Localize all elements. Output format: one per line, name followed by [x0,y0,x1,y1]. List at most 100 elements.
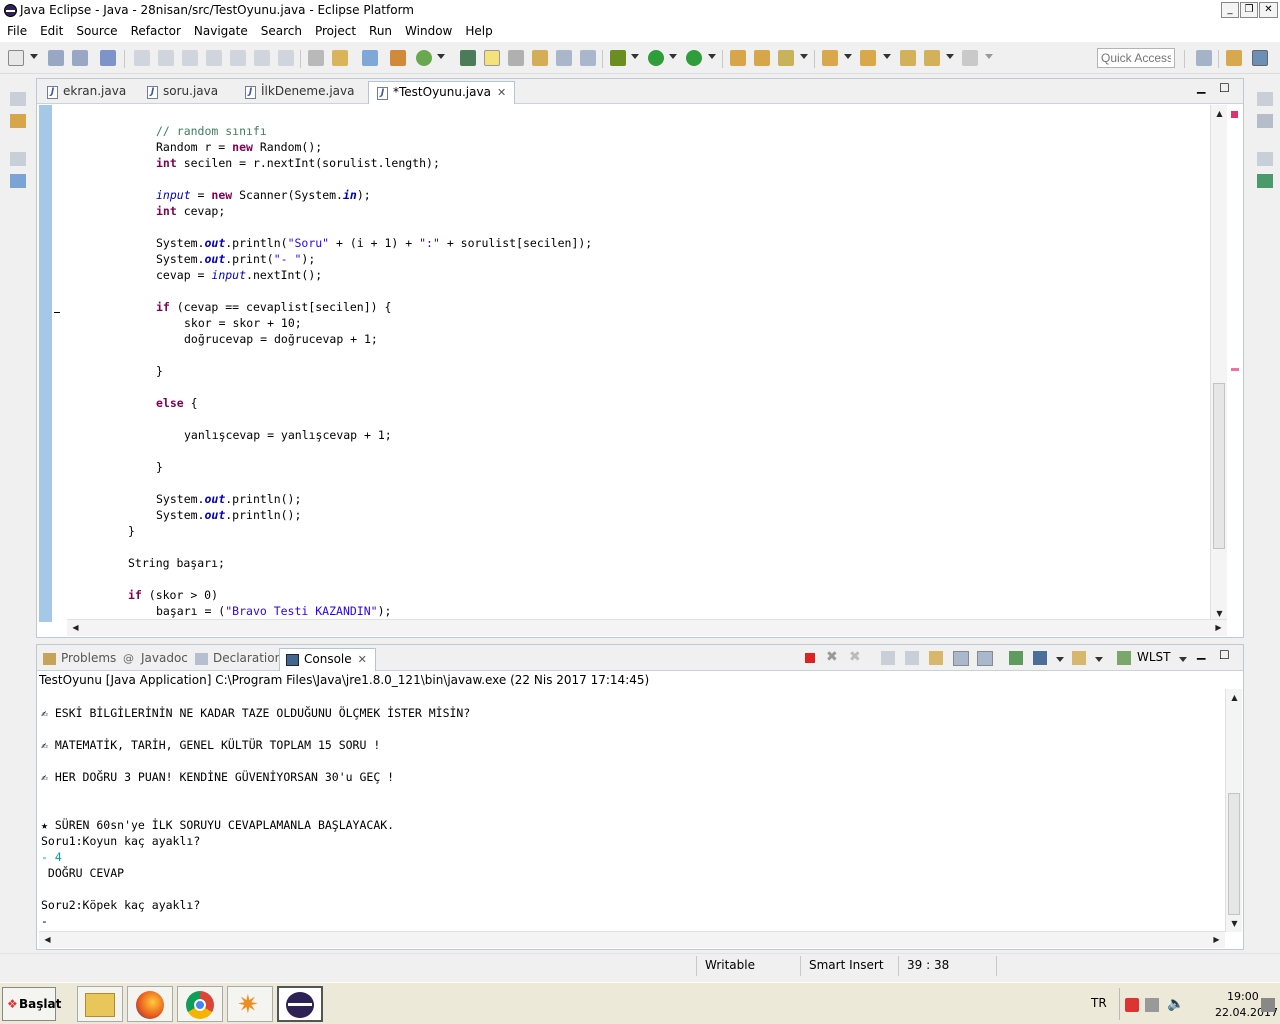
last-edit-location-icon[interactable] [900,50,916,66]
clock-time[interactable]: 19:00 [1227,990,1259,1003]
tab-ilkdeneme-java[interactable]: J İlkDeneme.java [237,81,362,104]
remove-launch-icon[interactable]: ✖ [826,649,838,665]
menu-navigate[interactable]: Navigate [187,22,254,38]
restore-button[interactable]: ❐ [1240,2,1258,18]
restore-view-icon[interactable] [1257,152,1273,166]
scroll-right-icon[interactable]: ▶ [1209,932,1224,947]
close-tab-icon[interactable]: ✕ [358,653,367,666]
start-button[interactable]: ❖ Başlat [2,987,61,1021]
word-wrap-icon[interactable] [532,50,548,66]
scroll-right-icon[interactable]: ▶ [1211,620,1226,635]
taskbar-chrome[interactable] [177,986,223,1022]
editor-vertical-scrollbar[interactable]: ▲ ▼ [1210,105,1227,622]
new-file-icon[interactable] [8,50,24,66]
toggle-mark-occurrences-icon[interactable] [484,50,500,66]
tab-problems[interactable]: Problems [37,648,124,671]
new-dropdown-icon[interactable] [30,54,38,59]
debug-icon[interactable] [610,50,626,66]
task-list-icon[interactable] [1257,114,1273,128]
open-console-dropdown-icon[interactable] [1095,657,1103,662]
restore-view-icon[interactable] [1257,92,1273,106]
taskbar-file-explorer[interactable] [77,986,123,1022]
show-console-on-error-icon[interactable] [977,651,993,666]
view-menu-dropdown-icon[interactable] [1179,657,1187,662]
language-indicator[interactable]: TR [1091,996,1107,1010]
close-tab-icon[interactable]: ✕ [497,86,506,99]
run-icon[interactable] [648,50,664,66]
wlst-label[interactable]: WLST [1137,650,1171,664]
scroll-thumb[interactable] [1228,793,1240,915]
minimize-console-icon[interactable]: ▁ [1197,647,1205,660]
taskbar-eclipse[interactable] [277,986,323,1022]
pin-icon[interactable] [460,50,476,66]
scroll-thumb[interactable] [1213,383,1225,549]
menu-refactor[interactable]: Refactor [124,22,187,38]
menu-source[interactable]: Source [69,22,123,38]
wlst-icon[interactable] [1117,651,1131,665]
previous-annotation-dropdown-icon[interactable] [883,54,891,59]
search-dropdown-icon[interactable] [800,54,808,59]
java-ee-perspective-icon[interactable] [1226,50,1242,66]
run-dropdown-icon[interactable] [669,54,677,59]
cloud-icon[interactable] [362,50,378,66]
step-into-icon[interactable] [230,50,246,66]
paragraph-icon[interactable] [580,50,596,66]
scroll-left-icon[interactable]: ◀ [40,932,55,947]
back-dropdown-icon[interactable] [946,54,954,59]
scroll-up-icon[interactable]: ▲ [1212,106,1227,121]
next-annotation-icon[interactable] [822,50,838,66]
previous-annotation-icon[interactable] [860,50,876,66]
taskbar-firefox[interactable] [127,986,173,1022]
show-console-on-output-icon[interactable] [953,651,969,666]
java-perspective-icon[interactable] [1252,50,1268,66]
display-console-icon[interactable] [1033,651,1047,665]
menu-window[interactable]: Window [398,22,458,38]
tab-javadoc[interactable]: @ Javadoc [117,648,196,671]
open-console-icon[interactable] [1072,651,1086,665]
scroll-left-icon[interactable]: ◀ [68,620,83,635]
clear-console-icon[interactable] [881,651,895,665]
annotation-marker[interactable] [1231,368,1239,371]
pin-console-icon[interactable] [1009,651,1023,665]
console-vertical-scrollbar[interactable]: ▲ ▼ [1225,689,1242,932]
menu-run[interactable]: Run [362,22,398,38]
use-step-filters-icon[interactable] [332,50,348,66]
menu-search[interactable]: Search [254,22,308,38]
remove-all-launches-icon[interactable]: ✖ [849,649,861,665]
tab-ekran-java[interactable]: Jekran.java [39,81,134,104]
block-selection-icon[interactable] [508,50,524,66]
maximize-editor-icon[interactable]: ☐ [1219,81,1230,95]
drop-to-frame-icon[interactable] [308,50,324,66]
taskbar-app-sun[interactable]: ✷ [227,986,273,1022]
step-over-icon[interactable] [254,50,270,66]
volume-icon[interactable]: 🔈 [1167,996,1184,1012]
resume-icon[interactable] [134,50,150,66]
restore-view-icon[interactable] [10,92,26,106]
debug-dropdown-icon[interactable] [631,54,639,59]
word-wrap-console-icon[interactable] [929,651,943,665]
outline-view-icon[interactable] [10,174,26,188]
error-marker-icon[interactable] [1231,111,1238,118]
menu-file[interactable]: File [0,22,33,38]
open-type-icon[interactable] [754,50,770,66]
minimize-button[interactable]: _ [1221,2,1239,18]
restore-view-icon[interactable] [10,152,26,166]
skip-breakpoints-icon[interactable] [100,50,116,66]
terminate-console-icon[interactable] [805,653,815,663]
tab-declaration[interactable]: Declaration [189,648,290,671]
back-icon[interactable] [924,50,940,66]
close-window-button[interactable]: ✕ [1259,2,1278,18]
tab-testoyunu-java[interactable]: J *TestOyunu.java ✕ [368,81,516,104]
tab-soru-java[interactable]: Jsoru.java [139,81,226,104]
package-explorer-icon[interactable] [10,114,26,128]
menu-help[interactable]: Help [458,22,498,38]
network-icon[interactable] [1145,998,1159,1012]
show-whitespace-icon[interactable] [556,50,572,66]
search-tool-icon[interactable] [778,50,794,66]
code-area[interactable]: // random sınıfı Random r = new Random()… [39,105,1211,622]
outline-view-icon[interactable] [1257,174,1273,188]
forward-dropdown-icon[interactable] [985,54,993,59]
save-icon[interactable] [48,50,64,66]
scroll-lock-icon[interactable] [905,651,919,665]
scroll-up-icon[interactable]: ▲ [1227,690,1242,705]
